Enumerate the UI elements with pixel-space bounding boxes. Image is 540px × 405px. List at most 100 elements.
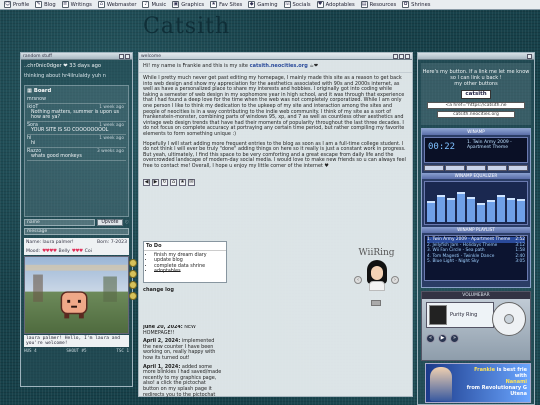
forward-icon[interactable]: ▶ (152, 178, 159, 186)
message-date: 3 weeks ago (97, 149, 124, 154)
profile-icon: ☺ (4, 1, 11, 8)
feed-icon[interactable] (129, 259, 137, 267)
eq-slider[interactable] (477, 203, 485, 222)
eq-slider[interactable] (457, 191, 465, 222)
belly-label: Belly (58, 248, 70, 254)
minimize-icon[interactable] (119, 53, 124, 59)
play-icon[interactable] (129, 270, 137, 278)
nav-item-shrines[interactable]: ✿ Shrines (400, 1, 432, 8)
site-title: Catsith (143, 14, 231, 39)
nav-label: Shrines (411, 1, 431, 8)
site-link[interactable]: catsith.neocities.org (250, 63, 308, 69)
eq-slider[interactable] (427, 201, 435, 222)
eq-slider[interactable] (507, 197, 515, 222)
fan-banner[interactable]: Frankie is best frie with Nanami from Re… (425, 363, 531, 403)
ipod-player: VOLUMEBAR Purity Ring « ▶ » (421, 291, 531, 361)
eq-slider[interactable] (517, 199, 525, 222)
nav-item-gaming[interactable]: ◆ Gaming (246, 1, 279, 8)
nav-item-music[interactable]: ♪ Music (140, 1, 168, 8)
message-text: whats good monkeys (31, 154, 82, 159)
close-icon[interactable] (405, 53, 410, 59)
intro-paragraph: While I pretty much never get past editi… (143, 75, 405, 137)
eq-slider[interactable] (487, 199, 495, 222)
url-field[interactable]: catsith.neocities.org (437, 111, 515, 118)
todo-box: To Do finish my dream diaryupdate blogco… (143, 241, 227, 283)
list-item: Razzo 3 weeks ago whats good monkeys (27, 148, 126, 161)
heart-icon[interactable]: ♡ (125, 220, 129, 226)
nav-item-blog[interactable]: ✎ Blog (33, 1, 57, 8)
message-list[interactable]: mrsnow ikioT 1 week ago Nothing matters, su… (25, 96, 128, 214)
forward-icon[interactable]: » (450, 334, 459, 343)
pet-born: Born: 7-2023 (97, 240, 127, 245)
play-button[interactable] (445, 165, 465, 171)
eq-slider[interactable] (437, 195, 445, 222)
coin-icon[interactable] (129, 292, 137, 300)
nav-item-writings[interactable]: ≡ Writings (60, 1, 94, 8)
maximize-icon[interactable] (399, 53, 404, 59)
nav-item-resources[interactable]: ▤ Resources (359, 1, 399, 8)
rewind-icon[interactable]: « (426, 334, 435, 343)
pet-caption: laura palmer! Hello, I'm laura and you'r… (24, 335, 129, 347)
star-icon[interactable]: ★ (179, 178, 186, 186)
refresh-icon[interactable]: ↻ (161, 178, 168, 186)
nav-item-socials[interactable]: ☏ Socials (282, 1, 313, 8)
message-input[interactable]: message (24, 228, 129, 235)
eq-slider[interactable] (467, 196, 475, 222)
pet-stat-left: HUS 4 (24, 348, 37, 353)
close-icon[interactable] (125, 53, 130, 59)
stop-button[interactable] (487, 165, 507, 171)
click-wheel[interactable] (492, 302, 526, 336)
next-arrow-icon[interactable]: › (391, 276, 399, 284)
center-titlebar-label: welcome (141, 53, 162, 59)
ipod-controls: « ▶ » (426, 334, 459, 343)
nav-item-webmaster[interactable]: ⌂ Webmaster (96, 1, 139, 8)
changelog-text: added some more blinkies I had saved/mad… (143, 363, 222, 397)
play-icon[interactable]: ▶ (438, 334, 447, 343)
eq-slider[interactable] (447, 198, 455, 222)
name-input[interactable]: name (24, 219, 96, 226)
ipod-screen: Purity Ring (426, 302, 494, 328)
close-icon[interactable] (527, 53, 532, 59)
wheel-center-button[interactable] (504, 314, 514, 324)
equalizer[interactable] (424, 181, 528, 225)
mood-label: Mood: (26, 248, 41, 254)
music-icon: ♪ (142, 1, 150, 8)
greeting-emoji: ☕❤ (307, 63, 319, 69)
nav-label: Graphics (181, 1, 205, 8)
next-button[interactable] (508, 165, 528, 171)
button-code-field[interactable]: <a href="https://catsith.ne (427, 102, 525, 109)
pet-stat-mid: SHOUT #5 (66, 348, 87, 353)
eq-slider[interactable] (497, 194, 505, 222)
back-icon[interactable]: ◀ (143, 178, 150, 186)
nav-item-fav-sites[interactable]: ★ Fav Sites (208, 1, 244, 8)
upvote-button[interactable]: Upvote (97, 219, 123, 226)
playlist-row[interactable]: 5. Blue Light - Night Sky 3:05 (427, 259, 525, 265)
changelog-title: change log (143, 287, 174, 293)
minimize-icon[interactable] (393, 53, 398, 59)
site-button[interactable]: catsith (461, 90, 491, 99)
wiiring-widget: WiiRing ‹ › (354, 248, 399, 308)
playlist[interactable]: 1. Twin Army 2009 - Apartment Theme 2:52 2… (424, 235, 528, 281)
message-text: YOUR SITE IS SO COOOOOOOOL (31, 128, 109, 133)
sleep-icon[interactable] (129, 281, 137, 289)
previous-arrow-icon[interactable]: ‹ (354, 276, 362, 284)
status-subtext: thinking about hr4ilrulaldy yuh n (24, 73, 106, 79)
pet-illustration (25, 264, 128, 319)
todo-item: adoptables (154, 269, 224, 274)
ipod-song: Purity Ring (450, 312, 478, 318)
coins-label: Coi (84, 248, 92, 254)
nav-item-graphics[interactable]: ▣ Graphics (170, 1, 206, 8)
nav-item-adoptables[interactable]: ♥ Adoptables (315, 1, 357, 8)
changelog[interactable]: June 20, 2024: NEW HOMEPAGE!! April 2, 20… (143, 325, 223, 397)
nav-item-profile[interactable]: ☺ Profile (2, 1, 31, 8)
status-line: ..chr0nic0dger ❤ 33 days ago (24, 63, 102, 69)
nav-label: Profile (13, 1, 30, 8)
playlist-title: WINAMP PLAYLIST (422, 227, 530, 233)
intro-text: While I pretty much never get past editi… (139, 73, 412, 177)
prev-button[interactable] (424, 165, 444, 171)
home-icon[interactable]: ⌂ (170, 178, 177, 186)
random-button[interactable] (371, 300, 381, 306)
pet-scene[interactable] (24, 256, 137, 334)
pause-button[interactable] (466, 165, 486, 171)
mail-icon[interactable]: ✉ (188, 178, 195, 186)
